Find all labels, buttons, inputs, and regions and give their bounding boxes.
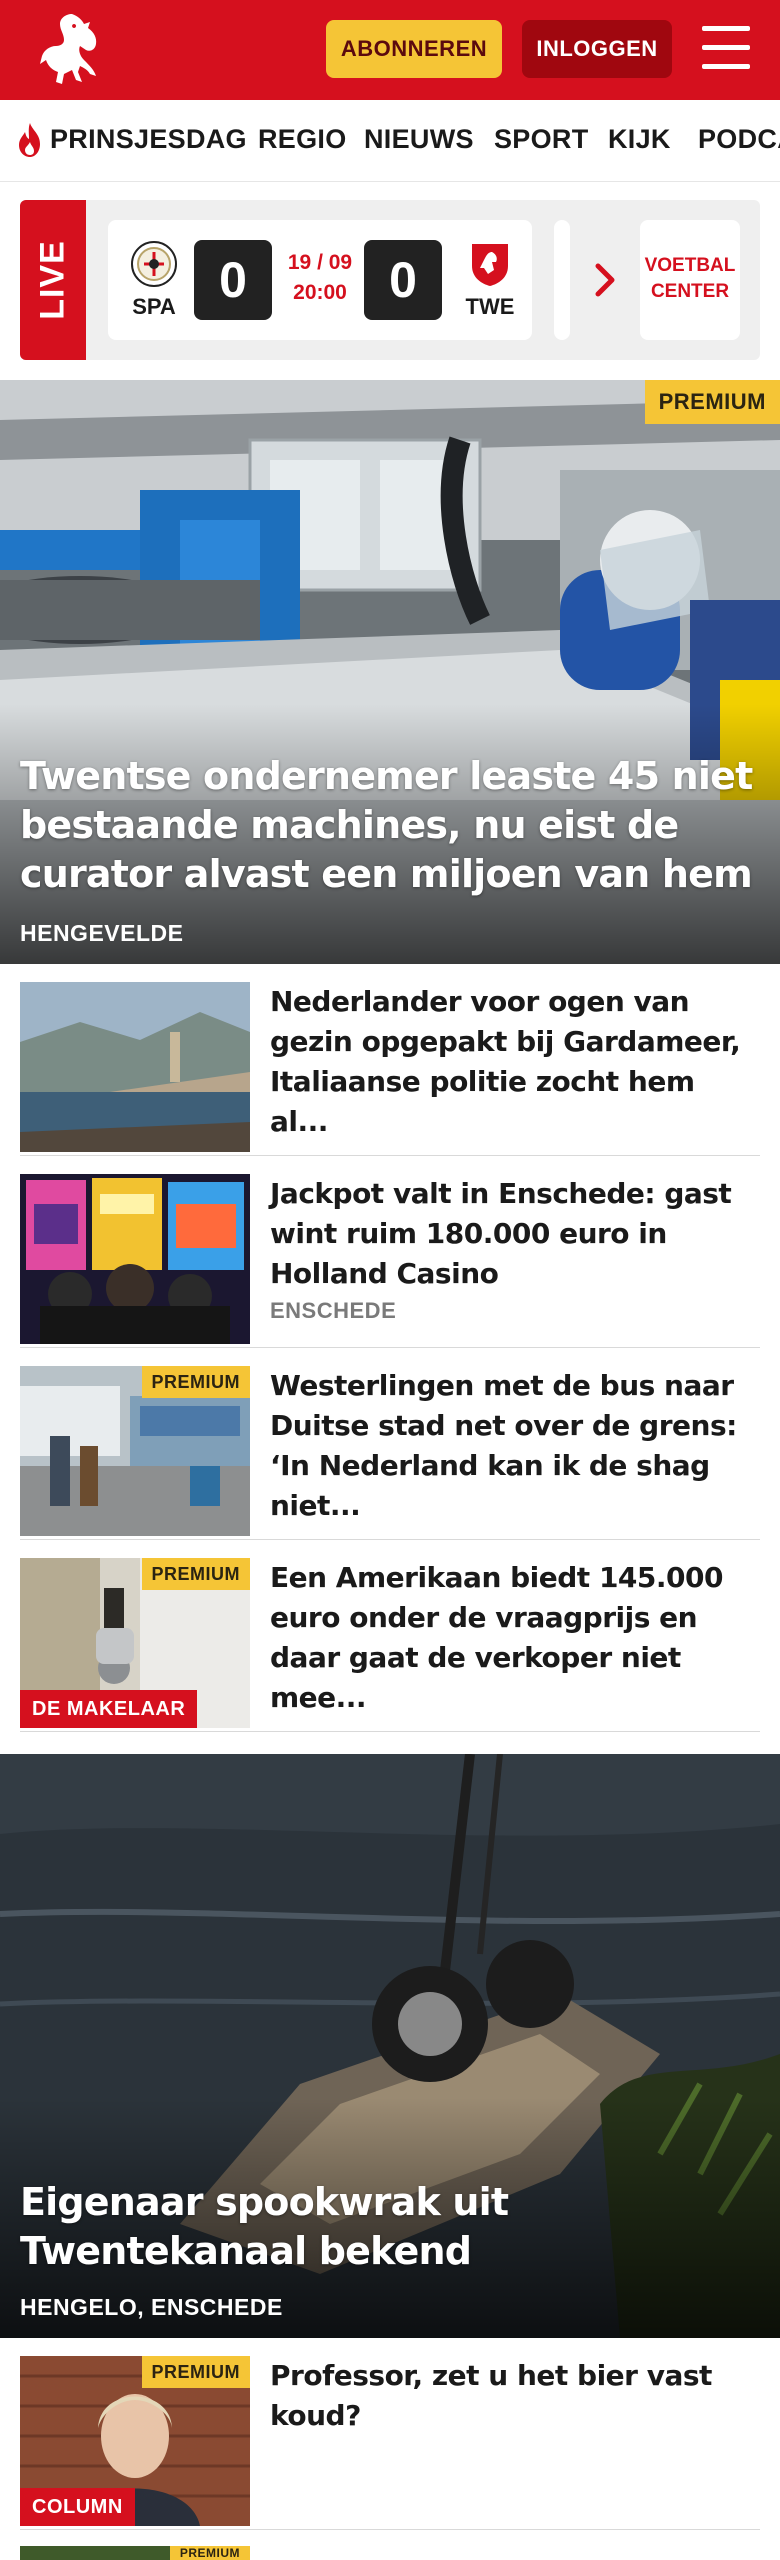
match-datetime: 19 / 09 20:00 <box>287 251 353 304</box>
live-tag: LIVE <box>20 200 86 360</box>
flame-icon <box>19 123 40 157</box>
hero-location: HENGEVELDE <box>20 920 184 946</box>
premium-badge: PREMIUM <box>141 2356 250 2388</box>
hero-article[interactable]: PREMIUM Twentse ondernemer leaste 45 nie… <box>0 380 780 964</box>
twente-crest-icon <box>466 240 514 288</box>
hero-title[interactable]: Twentse ondernemer leaste 45 niet bestaa… <box>20 752 760 899</box>
twente-horse-logo[interactable] <box>34 10 106 90</box>
premium-badge: PREMIUM <box>141 1558 250 1590</box>
sparta-crest-icon <box>130 240 178 288</box>
away-score: 0 <box>364 240 442 320</box>
card-separator <box>554 220 570 340</box>
nav-item-prinsjesdag[interactable]: PRINSJESDAG <box>50 124 247 155</box>
hero-article[interactable]: Eigenaar spookwrak uit Twentekanaal beke… <box>0 1754 780 2338</box>
article-title[interactable]: Nederlander voor ogen van gezin opgepakt… <box>270 982 760 1142</box>
nav-item-podcast[interactable]: PODCA <box>698 124 780 155</box>
home-team-code: SPA <box>132 294 176 319</box>
match-card[interactable]: SPA 0 19 / 09 20:00 0 TWE <box>108 220 532 340</box>
nav-item-sport[interactable]: SPORT <box>494 124 589 155</box>
article-location: ENSCHEDE <box>270 1298 397 1323</box>
chevron-right-icon[interactable] <box>592 260 620 300</box>
hero-location: HENGELO, ENSCHEDE <box>20 2294 283 2320</box>
article-title[interactable]: Jackpot valt in Enschede: gast wint ruim… <box>270 1174 760 1294</box>
article-title[interactable]: Westerlingen met de bus naar Duitse stad… <box>270 1366 760 1526</box>
live-scores-bar: LIVE SPA 0 19 / 09 20:00 0 TWE VOETBAL C… <box>20 200 760 360</box>
list-item[interactable]: Jackpot valt in Enschede: gast wint ruim… <box>20 1156 760 1348</box>
nav-item-regio[interactable]: REGIO <box>258 124 347 155</box>
site-header: ABONNEREN INLOGGEN <box>0 0 780 100</box>
next-article-thumbnail[interactable]: PREMIUM <box>20 2546 250 2560</box>
premium-badge: PREMIUM <box>644 380 780 424</box>
premium-badge: PREMIUM <box>169 2546 250 2560</box>
list-item[interactable]: PREMIUM DE MAKELAAR Een Amerikaan biedt … <box>20 1540 760 1732</box>
subscribe-button[interactable]: ABONNEREN <box>326 20 502 78</box>
article-title[interactable]: Professor, zet u het bier vast koud? <box>270 2356 760 2436</box>
section-nav: PRINSJESDAG REGIO NIEUWS SPORT KIJK PODC… <box>0 100 780 182</box>
list-item[interactable]: Nederlander voor ogen van gezin opgepakt… <box>20 964 760 1156</box>
home-score: 0 <box>194 240 272 320</box>
nav-item-nieuws[interactable]: NIEUWS <box>364 124 474 155</box>
hero-title[interactable]: Eigenaar spookwrak uit Twentekanaal beke… <box>20 2178 760 2276</box>
category-label: COLUMN <box>20 2488 135 2526</box>
nav-item-kijk[interactable]: KIJK <box>608 124 671 155</box>
article-thumbnail: PREMIUM DE MAKELAAR <box>20 1558 250 1728</box>
article-thumbnail: PREMIUM <box>20 1366 250 1536</box>
article-thumbnail <box>20 982 250 1152</box>
voetbal-center-link[interactable]: VOETBAL CENTER <box>640 220 740 340</box>
away-team-code: TWE <box>465 294 515 319</box>
list-item[interactable]: PREMIUM Westerlingen met de bus naar Dui… <box>20 1348 760 1540</box>
premium-badge: PREMIUM <box>141 1366 250 1398</box>
category-label: DE MAKELAAR <box>20 1690 198 1728</box>
article-thumbnail <box>20 1174 250 1344</box>
list-item[interactable]: PREMIUM COLUMN Professor, zet u het bier… <box>20 2338 760 2530</box>
login-button[interactable]: INLOGGEN <box>522 20 672 78</box>
hamburger-menu-icon[interactable] <box>698 24 754 74</box>
article-title[interactable]: Een Amerikaan biedt 145.000 euro onder d… <box>270 1558 760 1718</box>
article-thumbnail: PREMIUM COLUMN <box>20 2356 250 2526</box>
